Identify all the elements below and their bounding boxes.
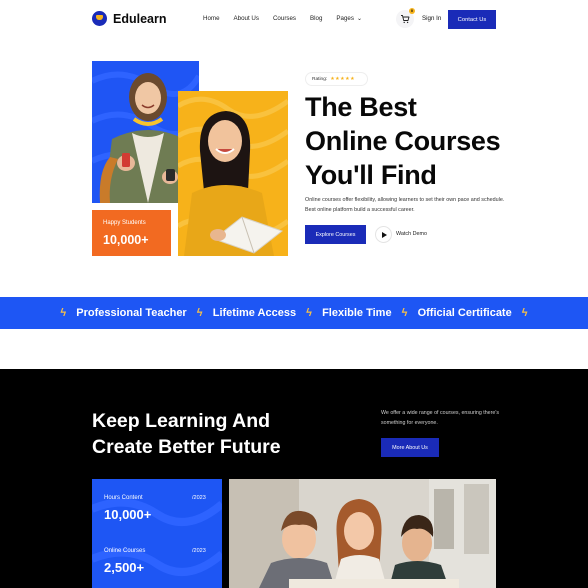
stats-card: Hours Content /2023 10,000+ Online Cours…: [92, 479, 222, 588]
rating-badge: Rating: ★★★★★: [305, 72, 368, 86]
online-courses-year: /2023: [192, 548, 206, 554]
learning-description: We offer a wide range of courses, ensuri…: [381, 410, 500, 426]
brand-name: Edulearn: [113, 11, 167, 26]
contact-us-button[interactable]: Contact Us: [448, 10, 496, 29]
watch-demo-link[interactable]: Watch Demo: [396, 231, 427, 237]
hours-content-year: /2023: [192, 495, 206, 501]
feature-official-certificate: Official Certificate: [417, 307, 512, 319]
nav-links: Home About Us Courses Blog Pages ⌄: [203, 15, 362, 22]
learning-title-line-1: Keep Learning And: [92, 410, 271, 432]
hero-title-line-1: The Best: [305, 92, 417, 122]
more-about-us-button[interactable]: More About Us: [381, 438, 439, 457]
feature-lifetime-access: Lifetime Access: [212, 307, 297, 319]
nav-link-about[interactable]: About Us: [234, 15, 259, 22]
students-group-photo: [229, 479, 496, 588]
nav-link-home[interactable]: Home: [203, 15, 220, 22]
nav-link-blog[interactable]: Blog: [310, 15, 322, 22]
rating-label: Rating:: [312, 76, 328, 82]
cart-button[interactable]: 0: [396, 8, 415, 28]
happy-students-label: Happy Students: [103, 220, 146, 226]
cart-count-badge: 0: [409, 8, 415, 14]
top-navigation: Edulearn Home About Us Courses Blog Page…: [0, 0, 588, 40]
feature-professional-teacher: Professional Teacher: [76, 307, 187, 319]
hours-content-label: Hours Content: [104, 495, 143, 501]
hero-title-line-2: Online Courses: [305, 126, 501, 156]
star-rating-icon: ★★★★★: [330, 76, 356, 82]
cart-icon: [401, 15, 410, 24]
hero-title-line-3: You'll Find: [305, 160, 437, 190]
lightning-icon: ϟ: [60, 307, 67, 319]
learning-title-line-2: Create Better Future: [92, 436, 281, 458]
graduation-cap-icon: [92, 11, 107, 26]
online-courses-value: 2,500+: [104, 560, 145, 575]
lightning-icon: ϟ: [196, 307, 203, 319]
nav-link-pages-label: Pages: [336, 15, 354, 22]
hero-title: The Best Online Courses You'll Find: [305, 90, 565, 192]
student-photo-woman-book: [178, 91, 288, 256]
hours-content-value: 10,000+: [104, 507, 152, 522]
explore-courses-button[interactable]: Explore Courses: [305, 225, 366, 244]
lightning-icon: ϟ: [401, 307, 408, 319]
online-courses-label: Online Courses: [104, 548, 146, 554]
learning-title: Keep Learning And Create Better Future: [92, 408, 352, 460]
hero-description: Online courses offer flexibility, allowi…: [305, 197, 505, 213]
nav-link-courses[interactable]: Courses: [273, 15, 296, 22]
brand-logo[interactable]: Edulearn: [92, 11, 167, 26]
happy-students-value: 10,000+: [103, 233, 149, 247]
happy-students-card: Happy Students 10,000+: [92, 210, 171, 256]
play-icon[interactable]: [375, 226, 392, 243]
feature-flexible-time: Flexible Time: [322, 307, 392, 319]
features-band: ϟ Professional Teacher ϟ Lifetime Access…: [0, 297, 588, 329]
chevron-down-icon: ⌄: [356, 15, 362, 22]
sign-in-link[interactable]: Sign In: [422, 15, 441, 22]
lightning-icon: ϟ: [306, 307, 312, 319]
lightning-icon: ϟ: [521, 307, 528, 319]
nav-link-pages[interactable]: Pages ⌄: [336, 15, 362, 22]
